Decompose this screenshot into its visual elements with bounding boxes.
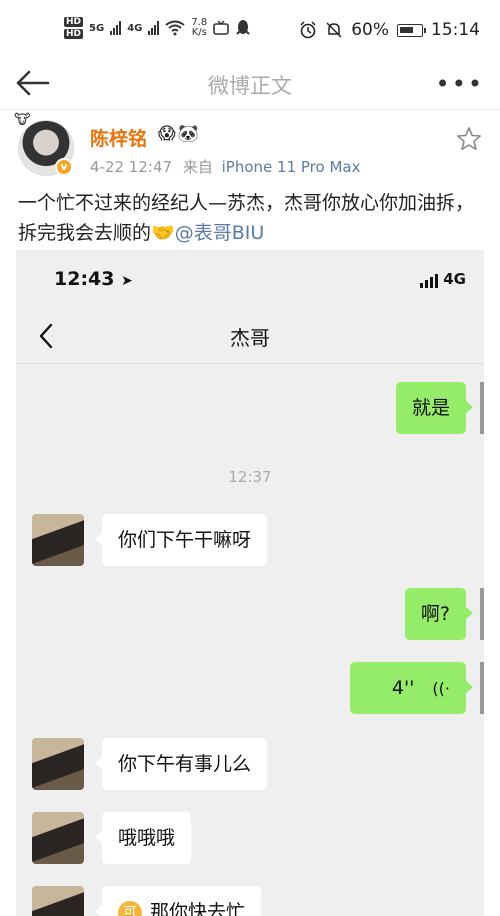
favorite-star-icon[interactable]	[456, 126, 482, 152]
contact-avatar	[32, 738, 84, 790]
chat-bubble-theirs: 可那你快去忙	[94, 886, 262, 916]
message-text: 那你快去忙	[150, 901, 246, 916]
location-arrow-icon: ➤	[121, 273, 133, 289]
screenshot-status-bar: 12:43 ➤ 4G	[16, 250, 484, 308]
status-bar: HD HD 5G 4G 7.8 K/s 60% 15:14	[0, 0, 500, 60]
panda-icon: 🐼	[177, 124, 199, 144]
my-avatar	[480, 382, 484, 434]
chat-bubble-theirs: 你们下午干嘛呀	[94, 514, 268, 566]
page-title: 微博正文	[208, 74, 292, 98]
mention-link[interactable]: @表哥BIU	[175, 222, 265, 244]
contact-avatar	[32, 886, 84, 916]
avatar-decoration-icon: 🐮	[14, 112, 31, 128]
user-badges: 😱 🐼	[158, 124, 199, 144]
voice-wave-icon: ((·	[432, 679, 450, 698]
network-label: 4G	[443, 270, 466, 288]
chat-bubble-mine: 就是	[395, 382, 474, 434]
my-avatar	[480, 662, 484, 714]
mute-bell-icon	[326, 22, 342, 38]
network-speed: 7.8 K/s	[191, 18, 207, 38]
chat-timestamp: 12:37	[228, 468, 272, 486]
handshake-emoji: 🤝	[151, 222, 175, 244]
source-prefix: 来自	[182, 158, 213, 176]
chat-bubble-theirs: 你下午有事儿么	[94, 738, 268, 790]
battery-icon	[397, 23, 426, 37]
verified-badge: v	[55, 158, 73, 176]
speed-unit: K/s	[191, 27, 207, 38]
chat-bubble-mine: 啊?	[404, 588, 474, 640]
signal-icon	[148, 21, 160, 35]
chat-title: 杰哥	[230, 326, 270, 350]
badge-icon: 😱	[158, 124, 176, 144]
post-header: 🐮 v 陈梓铭 😱 🐼 4-22 12:47 来自 iPhone 11 Pro …	[0, 112, 500, 182]
more-options-button[interactable]: •••	[436, 70, 484, 98]
clock: 15:14	[431, 20, 480, 40]
screenshot-time: 12:43 ➤	[54, 268, 133, 290]
emoji-icon: 可	[118, 900, 142, 916]
screenshot-time-text: 12:43	[54, 268, 115, 290]
status-right: 60% 15:14	[299, 20, 480, 40]
contact-avatar	[32, 812, 84, 864]
post-device[interactable]: iPhone 11 Pro Max	[222, 158, 361, 176]
battery-percent: 60%	[351, 20, 389, 40]
network-label: 4G	[127, 22, 143, 34]
voice-duration: 4''	[391, 677, 415, 699]
signal-icon	[110, 21, 122, 35]
chat-bubble-theirs: 哦哦哦	[94, 812, 192, 864]
contact-avatar	[32, 514, 84, 566]
wifi-icon	[165, 20, 185, 36]
nav-bar: 微博正文 •••	[0, 60, 500, 110]
alarm-icon	[300, 21, 316, 39]
hd-label: HD	[64, 29, 84, 39]
username[interactable]: 陈梓铭	[90, 124, 147, 151]
chat-nav: 杰哥	[16, 308, 484, 364]
hd-label: HD	[64, 17, 84, 27]
tv-icon	[213, 20, 230, 35]
post-date: 4-22 12:47	[90, 158, 173, 176]
status-left: HD HD 5G 4G 7.8 K/s	[64, 17, 251, 39]
signal-icon	[420, 274, 439, 288]
post-body: 一个忙不过来的经纪人—苏杰，杰哥你放心你加油拆，拆完我会去顺的🤝@表哥BIU	[18, 188, 488, 248]
qq-icon	[236, 20, 250, 35]
post-meta: 4-22 12:47 来自 iPhone 11 Pro Max	[90, 156, 360, 177]
hd-indicator: HD HD	[64, 17, 84, 39]
post-image[interactable]: 12:43 ➤ 4G 杰哥 就是 12:37 你们下午干嘛呀 啊? 4'' ((·…	[16, 250, 484, 916]
screenshot-network: 4G	[420, 270, 466, 288]
my-avatar	[480, 588, 484, 640]
network-label: 5G	[89, 22, 105, 34]
voice-message-bubble: 4'' ((·	[350, 662, 473, 714]
